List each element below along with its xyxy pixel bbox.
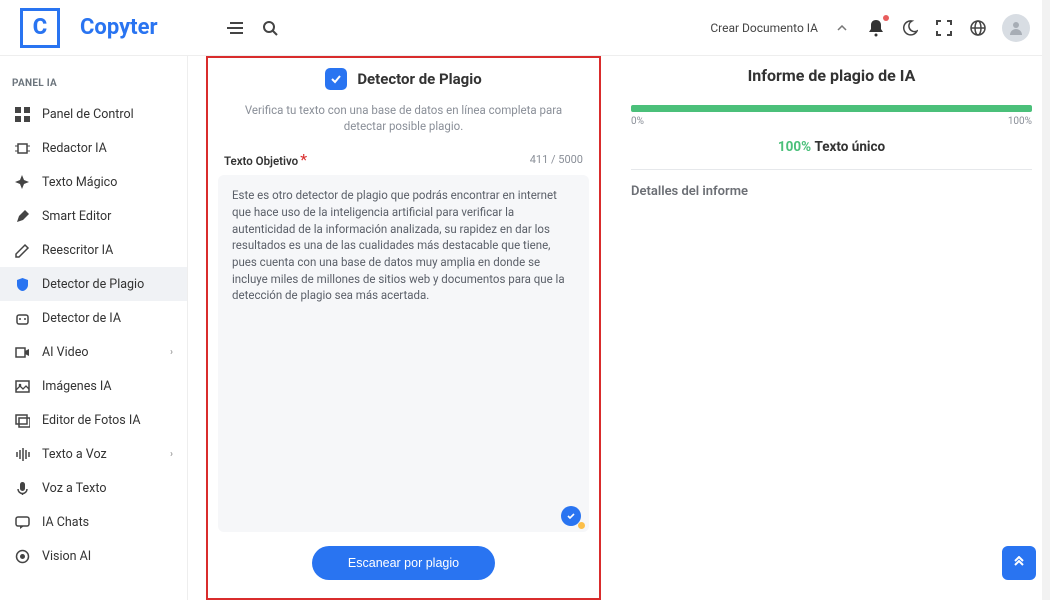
sidebar-item-texto-magico[interactable]: Texto Mágico — [0, 165, 187, 199]
dashboard-icon — [14, 106, 30, 122]
sidebar-section-label: PANEL IA — [0, 56, 187, 97]
sidebar-item-label: Reescritor IA — [42, 243, 113, 258]
sidebar-item-detector-plagio[interactable]: Detector de Plagio — [0, 267, 187, 301]
image-icon — [14, 378, 30, 394]
sparkle-icon — [14, 174, 30, 190]
menu-toggle-icon[interactable] — [226, 18, 246, 38]
sidebar-item-label: Smart Editor — [42, 209, 111, 224]
main-content: Detector de Plagio Verifica tu texto con… — [188, 56, 1050, 600]
details-label: Detalles del informe — [631, 184, 1032, 199]
sidebar-item-reescritor[interactable]: Reescritor IA — [0, 233, 187, 267]
chevron-right-icon: › — [170, 347, 173, 358]
report-title: Informe de plagio de IA — [631, 66, 1032, 85]
char-counter: 411 / 5000 — [530, 153, 583, 166]
panel-subtitle: Verifica tu texto con una base de datos … — [218, 102, 589, 134]
required-asterisk: * — [300, 150, 307, 169]
soundwave-icon — [14, 446, 30, 462]
photo-edit-icon — [14, 412, 30, 428]
sidebar-item-editor-fotos[interactable]: Editor de Fotos IA — [0, 403, 187, 437]
sidebar-item-ai-video[interactable]: AI Video › — [0, 335, 187, 369]
chat-icon — [14, 514, 30, 530]
result-percent: 100% — [778, 139, 811, 155]
detector-panel: Detector de Plagio Verifica tu texto con… — [206, 56, 601, 600]
avatar[interactable] — [1002, 14, 1030, 42]
chevron-up-icon[interactable] — [832, 18, 852, 38]
sidebar-item-label: Vision AI — [42, 549, 91, 564]
sidebar-item-label: AI Video — [42, 345, 88, 360]
mic-icon — [14, 480, 30, 496]
scroll-top-button[interactable] — [1002, 546, 1036, 580]
sidebar-item-imagenes[interactable]: Imágenes IA — [0, 369, 187, 403]
panel-title: Detector de Plagio — [357, 70, 481, 88]
sidebar-item-ia-chats[interactable]: IA Chats — [0, 505, 187, 539]
logo-box[interactable]: C — [20, 8, 60, 48]
brand-name[interactable]: Copyter — [80, 15, 158, 40]
sidebar-item-detector-ia[interactable]: Detector de IA — [0, 301, 187, 335]
globe-icon[interactable] — [968, 18, 988, 38]
target-text-input[interactable] — [218, 175, 589, 532]
notification-dot — [883, 15, 889, 21]
chip-icon — [14, 140, 30, 156]
scrollbar[interactable] — [1042, 0, 1050, 600]
topbar: C Copyter Crear Documento IA — [0, 0, 1050, 56]
shield-check-icon — [325, 68, 347, 90]
sidebar-item-label: Panel de Control — [42, 107, 134, 122]
sidebar-item-label: Detector de Plagio — [42, 277, 144, 292]
field-label: Texto Objetivo — [224, 154, 298, 168]
sidebar-item-redactor[interactable]: Redactor IA — [0, 131, 187, 165]
sidebar-item-label: Texto a Voz — [42, 447, 107, 462]
sidebar-item-label: Redactor IA — [42, 141, 107, 156]
robot-icon — [14, 310, 30, 326]
sidebar-item-panel-control[interactable]: Panel de Control — [0, 97, 187, 131]
sidebar-item-smart-editor[interactable]: Smart Editor — [0, 199, 187, 233]
search-icon[interactable] — [260, 18, 280, 38]
progress-bar — [631, 105, 1032, 112]
result-line: 100% Texto único — [631, 139, 1032, 170]
bar-label-max: 100% — [1008, 116, 1032, 127]
bell-icon[interactable] — [866, 18, 886, 38]
sidebar-item-label: Texto Mágico — [42, 175, 117, 190]
create-doc-link[interactable]: Crear Documento IA — [710, 21, 818, 35]
edit-icon — [14, 242, 30, 258]
sidebar-item-label: IA Chats — [42, 515, 89, 530]
scan-button[interactable]: Escanear por plagio — [312, 546, 495, 580]
fullscreen-icon[interactable] — [934, 18, 954, 38]
video-icon — [14, 344, 30, 360]
sidebar-item-label: Editor de Fotos IA — [42, 413, 141, 428]
sidebar: PANEL IA Panel de Control Redactor IA Te… — [0, 56, 188, 600]
shield-icon — [14, 276, 30, 292]
chevron-right-icon: › — [170, 449, 173, 460]
grammarly-icon[interactable] — [561, 506, 581, 526]
pen-icon — [14, 208, 30, 224]
sidebar-item-vision-ai[interactable]: Vision AI — [0, 539, 187, 573]
moon-icon[interactable] — [900, 18, 920, 38]
bar-label-min: 0% — [631, 116, 644, 127]
sidebar-item-label: Voz a Texto — [42, 481, 106, 496]
eye-icon — [14, 548, 30, 564]
sidebar-item-voz-texto[interactable]: Voz a Texto — [0, 471, 187, 505]
report-panel: Informe de plagio de IA 0% 100% 100% Tex… — [631, 56, 1032, 600]
result-text: Texto único — [814, 139, 885, 155]
sidebar-item-label: Detector de IA — [42, 311, 121, 326]
sidebar-item-texto-voz[interactable]: Texto a Voz › — [0, 437, 187, 471]
sidebar-item-label: Imágenes IA — [42, 379, 112, 394]
